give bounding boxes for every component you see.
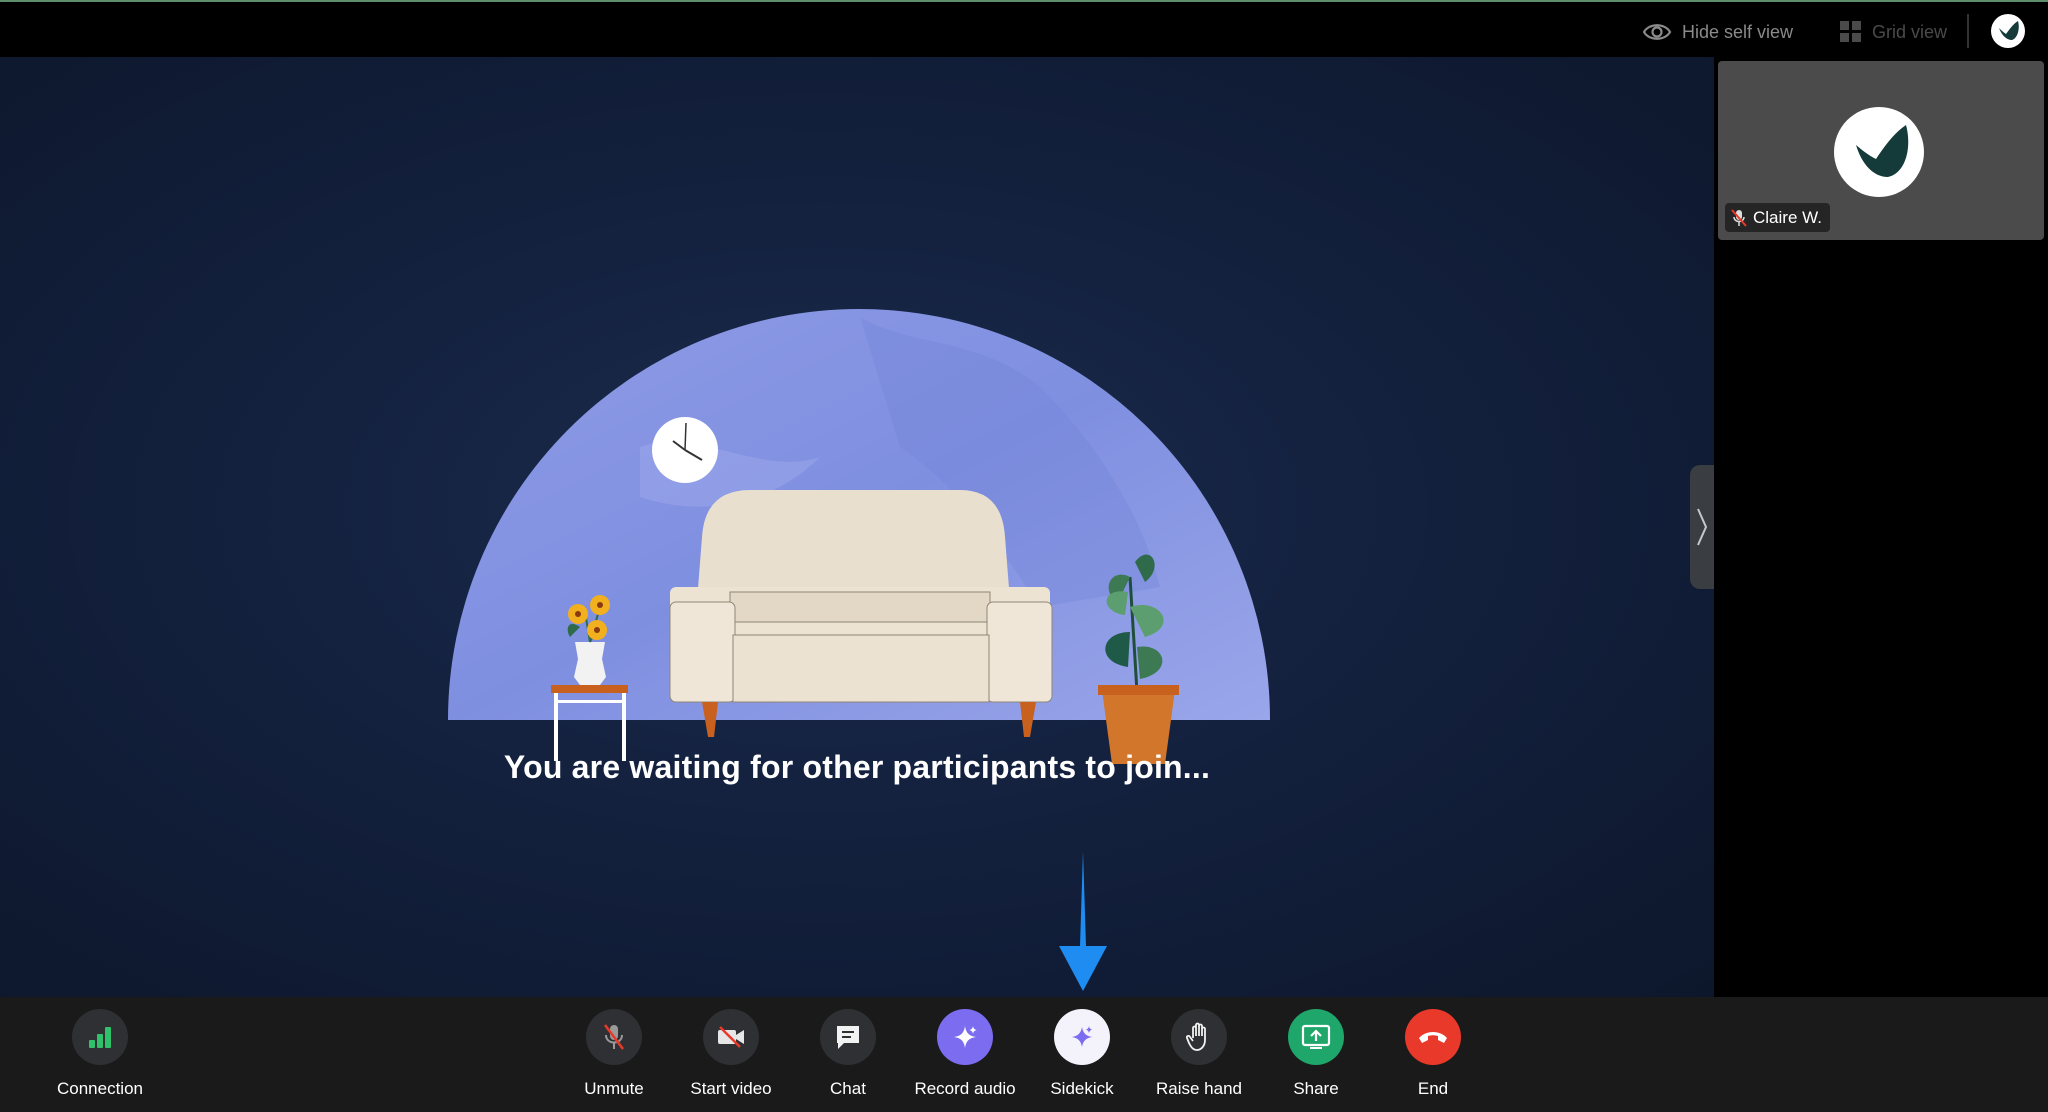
chat-label: Chat: [830, 1079, 866, 1098]
sidekick-circle: [1054, 1009, 1110, 1065]
share-button[interactable]: Share: [1251, 1009, 1381, 1099]
record-audio-label: Record audio: [914, 1079, 1016, 1098]
meeting-toolbar: Connection Unmute Start video Chat Recor…: [0, 997, 2048, 1112]
hang-up-icon: [1419, 1032, 1447, 1043]
participant-name-badge: Claire W.: [1725, 203, 1830, 232]
sidekick-label: Sidekick: [1050, 1079, 1114, 1098]
share-circle: [1288, 1009, 1344, 1065]
topbar-divider: [1967, 14, 1969, 48]
side-panel-toggle[interactable]: [1690, 465, 1714, 589]
chevron-right-icon: [1697, 508, 1708, 546]
chat-circle: [820, 1009, 876, 1065]
end-button[interactable]: End: [1368, 1009, 1498, 1099]
top-bar: Hide self view Grid view: [0, 2, 2048, 57]
raise-hand-button[interactable]: Raise hand: [1134, 1009, 1264, 1099]
unmute-circle: [586, 1009, 642, 1065]
sparkle-icon: [1072, 1026, 1093, 1047]
unmute-button[interactable]: Unmute: [549, 1009, 679, 1099]
end-label: End: [1417, 1079, 1449, 1098]
user-avatar-logo[interactable]: [1991, 14, 2025, 48]
mic-muted-icon: [1731, 208, 1747, 227]
connection-circle: [72, 1009, 128, 1065]
end-circle: [1405, 1009, 1461, 1065]
raise-hand-label: Raise hand: [1155, 1079, 1242, 1098]
hand-icon: [1185, 1022, 1206, 1051]
chat-button[interactable]: Chat: [783, 1009, 913, 1099]
sparkle-icon: [954, 1026, 977, 1048]
hide-self-view-label: Hide self view: [1682, 21, 1794, 42]
pointer-arrow-annotation: [1059, 851, 1107, 991]
participant-name: Claire W.: [1753, 207, 1822, 227]
start-video-circle: [703, 1009, 759, 1065]
chat-bubble-icon: [837, 1026, 859, 1049]
record-audio-button[interactable]: Record audio: [900, 1009, 1030, 1099]
waiting-message: You are waiting for other participants t…: [503, 749, 1211, 785]
record-audio-circle: [937, 1009, 993, 1065]
connection-button[interactable]: Connection: [35, 1009, 165, 1099]
grid-view-button[interactable]: Grid view: [1840, 16, 1947, 48]
unmute-label: Unmute: [584, 1079, 644, 1098]
signal-bars-icon: [89, 1027, 111, 1048]
participant-avatar: [1834, 107, 1924, 197]
hide-self-view-button[interactable]: Hide self view: [1642, 16, 1793, 48]
waiting-room-illustration: [448, 309, 1270, 764]
eye-icon: [1642, 24, 1672, 40]
share-screen-icon: [1301, 1024, 1331, 1049]
connection-label: Connection: [56, 1079, 143, 1098]
start-video-label: Start video: [690, 1079, 772, 1098]
video-off-icon: [718, 1026, 744, 1048]
raise-hand-circle: [1171, 1009, 1227, 1065]
share-label: Share: [1293, 1079, 1339, 1098]
grid-icon: [1840, 21, 1861, 42]
self-view-tile[interactable]: Claire W.: [1718, 61, 2044, 240]
meeting-stage: You are waiting for other participants t…: [0, 57, 1714, 997]
grid-view-label: Grid view: [1872, 21, 1948, 42]
mic-muted-icon: [604, 1024, 624, 1050]
start-video-button[interactable]: Start video: [666, 1009, 796, 1099]
sidekick-button[interactable]: Sidekick: [1017, 1009, 1147, 1099]
